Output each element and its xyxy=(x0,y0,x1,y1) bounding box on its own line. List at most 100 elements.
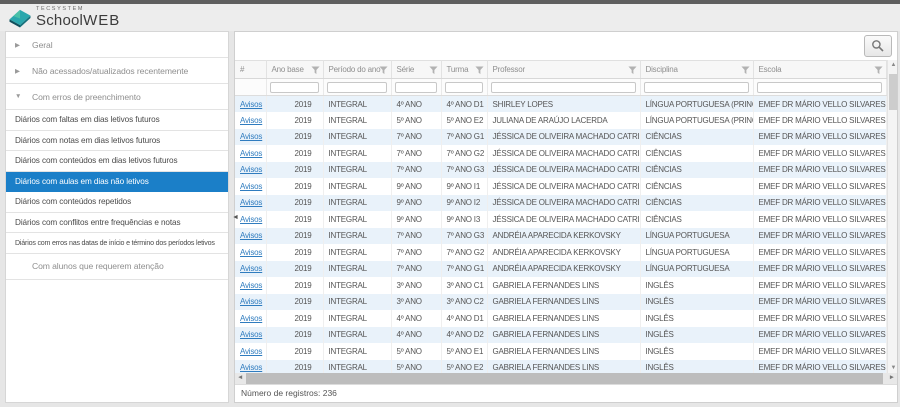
avisos-link[interactable]: Avisos xyxy=(240,297,262,306)
column-header[interactable]: Escola xyxy=(753,61,886,79)
column-header-label: Escola xyxy=(759,65,782,74)
column-header[interactable]: Disciplina xyxy=(640,61,753,79)
avisos-link[interactable]: Avisos xyxy=(240,231,262,240)
cell-avisos: Avisos xyxy=(235,228,266,245)
cell-disciplina: CIÊNCIAS xyxy=(640,195,753,212)
sidebar-item[interactable]: Diários com conteúdos em dias letivos fu… xyxy=(6,151,228,172)
avisos-link[interactable]: Avisos xyxy=(240,363,262,372)
filter-funnel-icon[interactable] xyxy=(429,66,438,77)
cell-ano-base: 2019 xyxy=(266,195,323,212)
cell-ano-base: 2019 xyxy=(266,211,323,228)
column-header[interactable]: Professor xyxy=(487,61,640,79)
sidebar-item[interactable]: ▼ Com erros de preenchimento xyxy=(6,84,228,110)
avisos-link[interactable]: Avisos xyxy=(240,248,262,257)
cell-avisos: Avisos xyxy=(235,96,266,113)
avisos-link[interactable]: Avisos xyxy=(240,264,262,273)
table-row: Avisos 2019 INTEGRAL 7º ANO 7º ANO G3 AN… xyxy=(235,228,886,245)
cell-escola: EMEF DR MÁRIO VELLO SILVARES xyxy=(753,145,886,162)
sidebar-item[interactable]: Com alunos que requerem atenção xyxy=(6,254,228,280)
cell-periodo: INTEGRAL xyxy=(323,261,391,278)
column-header-label: # xyxy=(240,65,244,74)
column-filter-input[interactable] xyxy=(644,82,749,93)
sidebar-item[interactable]: Diários com faltas em dias letivos futur… xyxy=(6,110,228,131)
avisos-link[interactable]: Avisos xyxy=(240,215,262,224)
column-header-label: Disciplina xyxy=(646,65,678,74)
table-row: Avisos 2019 INTEGRAL 9º ANO 9º ANO I1 JÉ… xyxy=(235,178,886,195)
sidebar-item[interactable]: Diários com conteúdos repetidos xyxy=(6,192,228,213)
avisos-link[interactable]: Avisos xyxy=(240,281,262,290)
cell-ano-base: 2019 xyxy=(266,112,323,129)
sidebar-item[interactable]: Diários com erros nas datas de início e … xyxy=(6,233,228,254)
table-row: Avisos 2019 INTEGRAL 9º ANO 9º ANO I2 JÉ… xyxy=(235,195,886,212)
sidebar-item[interactable]: ▶ Não acessados/atualizados recentemente xyxy=(6,58,228,84)
column-filter-input[interactable] xyxy=(445,82,483,93)
cell-turma: 4º ANO D1 xyxy=(441,310,487,327)
cell-professor: JÉSSICA DE OLIVEIRA MACHADO CATRINCK xyxy=(487,178,640,195)
sidebar-item[interactable]: Diários com aulas em dias não letivos xyxy=(6,172,228,193)
cell-serie: 5º ANO xyxy=(391,112,441,129)
avisos-link[interactable]: Avisos xyxy=(240,347,262,356)
cell-ano-base: 2019 xyxy=(266,277,323,294)
filter-funnel-icon[interactable] xyxy=(741,66,750,77)
column-header[interactable]: Turma xyxy=(441,61,487,79)
scroll-up-arrow-icon[interactable]: ▲ xyxy=(888,62,898,68)
column-header[interactable]: # xyxy=(235,61,266,79)
cell-disciplina: LÍNGUA PORTUGUESA xyxy=(640,261,753,278)
sidebar-item[interactable]: ▶ Geral xyxy=(6,32,228,58)
horizontal-scrollbar[interactable]: ◄ ► xyxy=(235,373,897,384)
column-header[interactable]: Período do ano xyxy=(323,61,391,79)
filter-funnel-icon[interactable] xyxy=(311,66,320,77)
cell-turma: 7º ANO G1 xyxy=(441,261,487,278)
cell-escola: EMEF DR MÁRIO VELLO SILVARES xyxy=(753,261,886,278)
cell-turma: 3º ANO C1 xyxy=(441,277,487,294)
scroll-right-arrow-icon[interactable]: ► xyxy=(889,374,895,381)
table-row: Avisos 2019 INTEGRAL 3º ANO 3º ANO C2 GA… xyxy=(235,294,886,311)
sidebar-item-label: Com erros de preenchimento xyxy=(32,92,141,102)
cell-ano-base: 2019 xyxy=(266,228,323,245)
panel-collapse-handle-icon[interactable]: ◄ xyxy=(232,214,239,221)
cell-avisos: Avisos xyxy=(235,112,266,129)
column-filter-input[interactable] xyxy=(491,82,636,93)
sidebar: ▶ Geral ▶ Não acessados/atualizados rece… xyxy=(5,31,229,403)
avisos-link[interactable]: Avisos xyxy=(240,132,262,141)
vertical-scrollbar[interactable]: ▲ ▼ xyxy=(887,60,898,373)
column-header[interactable]: Série xyxy=(391,61,441,79)
search-button[interactable] xyxy=(864,35,892,57)
sidebar-item[interactable]: Diários com notas em dias letivos futuro… xyxy=(6,131,228,152)
column-header[interactable]: Ano base xyxy=(266,61,323,79)
avisos-link[interactable]: Avisos xyxy=(240,100,262,109)
grid-header-row: # Ano base xyxy=(235,61,886,79)
filter-funnel-icon[interactable] xyxy=(379,66,388,77)
sidebar-item[interactable]: Diários com conflitos entre frequências … xyxy=(6,213,228,234)
scroll-left-arrow-icon[interactable]: ◄ xyxy=(237,374,243,381)
cell-serie: 3º ANO xyxy=(391,277,441,294)
avisos-link[interactable]: Avisos xyxy=(240,330,262,339)
cell-ano-base: 2019 xyxy=(266,261,323,278)
column-filter-input[interactable] xyxy=(327,82,387,93)
cell-ano-base: 2019 xyxy=(266,294,323,311)
scroll-down-arrow-icon[interactable]: ▼ xyxy=(888,365,898,371)
avisos-link[interactable]: Avisos xyxy=(240,182,262,191)
avisos-link[interactable]: Avisos xyxy=(240,165,262,174)
cell-disciplina: CIÊNCIAS xyxy=(640,145,753,162)
column-filter-input[interactable] xyxy=(270,82,319,93)
column-filter-input[interactable] xyxy=(395,82,437,93)
filter-funnel-icon[interactable] xyxy=(475,66,484,77)
avisos-link[interactable]: Avisos xyxy=(240,116,262,125)
vertical-scrollbar-thumb[interactable] xyxy=(889,74,898,110)
cell-escola: EMEF DR MÁRIO VELLO SILVARES xyxy=(753,162,886,179)
avisos-link[interactable]: Avisos xyxy=(240,149,262,158)
main-panel: ◄ # xyxy=(234,31,898,403)
cell-professor: GABRIELA FERNANDES LINS xyxy=(487,310,640,327)
avisos-link[interactable]: Avisos xyxy=(240,198,262,207)
sidebar-item-label: Diários com notas em dias letivos futuro… xyxy=(15,136,160,145)
avisos-link[interactable]: Avisos xyxy=(240,314,262,323)
cell-ano-base: 2019 xyxy=(266,129,323,146)
filter-funnel-icon[interactable] xyxy=(874,66,883,77)
cell-serie: 7º ANO xyxy=(391,145,441,162)
column-filter-input[interactable] xyxy=(757,82,882,93)
horizontal-scrollbar-thumb[interactable] xyxy=(246,373,883,384)
filter-funnel-icon[interactable] xyxy=(628,66,637,77)
cell-avisos: Avisos xyxy=(235,261,266,278)
cell-ano-base: 2019 xyxy=(266,145,323,162)
